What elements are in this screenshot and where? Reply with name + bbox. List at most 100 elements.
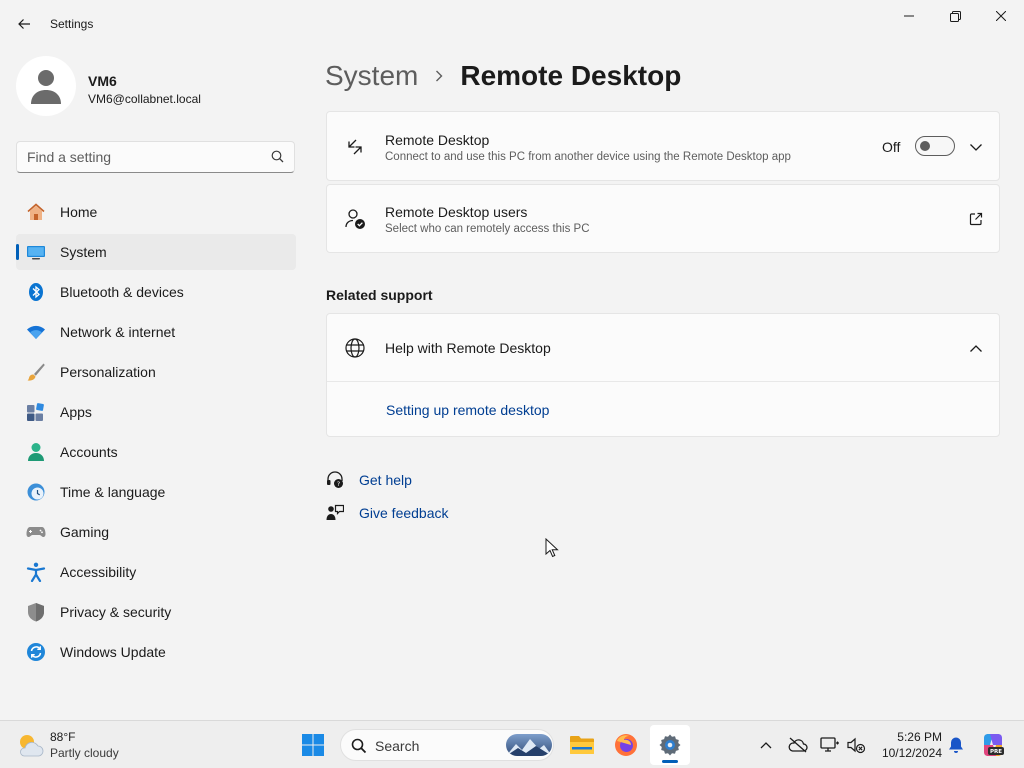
- notifications-bell-icon[interactable]: [946, 735, 966, 755]
- show-hidden-icons-chevron-icon[interactable]: [756, 735, 776, 755]
- sidebar-item-time-language[interactable]: Time & language: [16, 474, 296, 510]
- remote-desktop-card[interactable]: Remote Desktop Connect to and use this P…: [326, 111, 1000, 181]
- weather-temperature: 88°F: [50, 730, 76, 744]
- sidebar-item-privacy-security[interactable]: Privacy & security: [16, 594, 296, 630]
- weather-condition: Partly cloudy: [50, 746, 119, 760]
- get-help-row[interactable]: ? Get help: [326, 469, 412, 491]
- sidebar-item-label: Bluetooth & devices: [60, 284, 184, 300]
- open-external-icon[interactable]: [968, 211, 984, 227]
- wifi-icon: [26, 322, 46, 342]
- user-profile[interactable]: VM6 VM6@collabnet.local: [16, 56, 296, 120]
- sidebar-item-label: Apps: [60, 404, 92, 420]
- sidebar-item-bluetooth[interactable]: Bluetooth & devices: [16, 274, 296, 310]
- system-icon: [26, 242, 46, 262]
- sidebar-item-system[interactable]: System: [16, 234, 296, 270]
- search-highlight-image: [506, 734, 552, 756]
- taskbar-clock[interactable]: 5:26 PM 10/12/2024: [874, 729, 942, 761]
- give-feedback-row[interactable]: Give feedback: [326, 502, 449, 524]
- sidebar-item-label: System: [60, 244, 107, 260]
- settings-search[interactable]: [16, 141, 295, 173]
- taskbar-search-label: Search: [375, 738, 420, 754]
- avatar: [16, 56, 76, 116]
- windows-logo-icon: [302, 734, 324, 756]
- chevron-up-icon[interactable]: [968, 340, 984, 356]
- update-icon: [26, 642, 46, 662]
- sidebar-nav: Home System Bluetooth & devices Network …: [16, 194, 296, 674]
- settings-app-button[interactable]: [650, 725, 690, 765]
- mouse-cursor-icon: [545, 538, 559, 558]
- folder-icon: [570, 736, 594, 754]
- search-icon: [271, 150, 284, 163]
- remote-desktop-users-title: Remote Desktop users: [385, 204, 528, 220]
- clock-date: 10/12/2024: [881, 746, 942, 760]
- user-check-icon: [343, 207, 367, 231]
- sidebar-item-network[interactable]: Network & internet: [16, 314, 296, 350]
- sidebar-item-label: Windows Update: [60, 644, 166, 660]
- divider: [327, 381, 999, 382]
- remote-desktop-title: Remote Desktop: [385, 132, 490, 148]
- sidebar-item-label: Home: [60, 204, 98, 220]
- svg-text:?: ?: [337, 480, 340, 488]
- home-icon: [26, 202, 46, 222]
- remote-desktop-description: Connect to and use this PC from another …: [385, 151, 791, 163]
- sidebar-item-label: Personalization: [60, 364, 156, 380]
- toggle-state-label: Off: [882, 139, 901, 155]
- sidebar-item-personalization[interactable]: Personalization: [16, 354, 296, 390]
- sidebar-item-windows-update[interactable]: Windows Update: [16, 634, 296, 670]
- minimize-button[interactable]: [886, 0, 932, 32]
- firefox-button[interactable]: [606, 725, 646, 765]
- partly-cloudy-icon: [20, 735, 44, 757]
- network-monitor-icon[interactable]: [820, 735, 840, 755]
- firefox-icon: [615, 734, 637, 756]
- close-button[interactable]: [978, 0, 1024, 32]
- restore-button[interactable]: [932, 0, 978, 32]
- copilot-icon[interactable]: PRE: [980, 732, 1006, 758]
- app-title: Settings: [50, 17, 94, 31]
- apps-icon: [26, 402, 46, 422]
- back-arrow-icon: [18, 19, 30, 29]
- sidebar-item-home[interactable]: Home: [16, 194, 296, 230]
- minimize-icon: [904, 15, 914, 17]
- accounts-icon: [26, 442, 46, 462]
- onedrive-offline-icon[interactable]: [788, 735, 808, 755]
- sidebar-item-label: Accessibility: [60, 564, 137, 580]
- remote-desktop-toggle[interactable]: [915, 136, 955, 156]
- weather-widget[interactable]: 88°F Partly cloudy: [16, 728, 146, 762]
- search-icon: [351, 738, 367, 754]
- settings-search-input[interactable]: [17, 142, 262, 172]
- page-title: Remote Desktop: [460, 60, 682, 91]
- get-help-link[interactable]: Get help: [359, 472, 412, 488]
- clock-globe-icon: [26, 482, 46, 502]
- sidebar-item-label: Gaming: [60, 524, 110, 540]
- shield-icon: [26, 602, 46, 622]
- gear-icon: [659, 734, 681, 756]
- back-button[interactable]: [10, 10, 38, 38]
- svg-text:PRE: PRE: [990, 749, 1002, 755]
- chevron-right-icon: [434, 69, 444, 83]
- help-remote-desktop-title[interactable]: Help with Remote Desktop: [385, 340, 551, 356]
- chevron-down-icon[interactable]: [968, 139, 984, 155]
- toggle-knob: [920, 141, 930, 151]
- sidebar-item-apps[interactable]: Apps: [16, 394, 296, 430]
- file-explorer-button[interactable]: [562, 725, 602, 765]
- sidebar-item-gaming[interactable]: Gaming: [16, 514, 296, 550]
- setting-up-remote-desktop-link[interactable]: Setting up remote desktop: [386, 402, 549, 418]
- taskbar: 88°F Partly cloudy Search 5:26 PM 10/12/…: [0, 720, 1024, 768]
- brush-icon: [26, 362, 46, 382]
- gamepad-icon: [26, 522, 46, 542]
- remote-desktop-users-card[interactable]: Remote Desktop users Select who can remo…: [326, 184, 1000, 253]
- taskbar-search[interactable]: Search: [340, 729, 554, 761]
- give-feedback-link[interactable]: Give feedback: [359, 505, 449, 521]
- related-support-heading: Related support: [326, 287, 433, 303]
- remote-desktop-icon: [343, 135, 367, 159]
- start-button[interactable]: [293, 725, 333, 765]
- breadcrumb: System Remote Desktop: [325, 58, 681, 94]
- restore-icon: [949, 10, 961, 22]
- sidebar-item-accessibility[interactable]: Accessibility: [16, 554, 296, 590]
- sidebar-item-accounts[interactable]: Accounts: [16, 434, 296, 470]
- breadcrumb-parent[interactable]: System: [325, 60, 418, 92]
- globe-icon: [343, 336, 367, 360]
- feedback-icon: [326, 504, 344, 522]
- volume-muted-icon[interactable]: [846, 735, 866, 755]
- title-bar: Settings: [0, 0, 1024, 48]
